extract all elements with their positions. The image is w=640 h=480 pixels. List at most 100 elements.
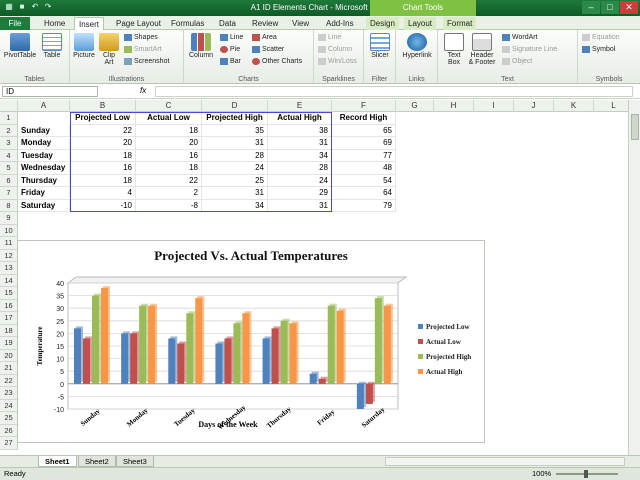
row-header-23[interactable]: 23: [0, 387, 18, 400]
value-cell[interactable]: 20: [70, 137, 136, 150]
day-cell[interactable]: Saturday: [18, 199, 70, 212]
value-cell[interactable]: 24: [202, 162, 268, 175]
row-header-26[interactable]: 26: [0, 424, 18, 437]
row-header-10[interactable]: 10: [0, 224, 18, 237]
value-cell[interactable]: 16: [70, 162, 136, 175]
equation-button[interactable]: Equation: [582, 33, 620, 43]
maximize-icon[interactable]: □: [601, 1, 619, 14]
name-box[interactable]: ID: [2, 86, 98, 97]
clipart-button[interactable]: Clip Art: [98, 33, 120, 66]
formula-input[interactable]: [155, 86, 633, 97]
row-header-18[interactable]: 18: [0, 324, 18, 337]
row-header-14[interactable]: 14: [0, 274, 18, 287]
pivottable-button[interactable]: PivotTable: [3, 33, 37, 59]
zoom-level[interactable]: 100%: [532, 468, 551, 480]
row-header-19[interactable]: 19: [0, 337, 18, 350]
column-header-J[interactable]: J: [514, 100, 554, 112]
tab-page-layout[interactable]: Page Layout: [112, 17, 165, 30]
value-cell[interactable]: 2: [136, 187, 202, 200]
value-cell[interactable]: 20: [136, 137, 202, 150]
header-record-high[interactable]: Record High: [332, 112, 396, 125]
zoom-knob[interactable]: [584, 470, 588, 478]
picture-button[interactable]: Picture: [72, 33, 96, 59]
tab-data[interactable]: Data: [215, 17, 240, 30]
tab-layout[interactable]: Layout: [404, 17, 437, 30]
row-header-27[interactable]: 27: [0, 437, 18, 450]
value-cell[interactable]: 18: [136, 124, 202, 137]
tab-view[interactable]: View: [288, 17, 313, 30]
column-header-G[interactable]: G: [396, 100, 434, 112]
row-header-9[interactable]: 9: [0, 212, 18, 225]
day-cell[interactable]: Friday: [18, 187, 70, 200]
day-cell[interactable]: Monday: [18, 137, 70, 150]
column-header-E[interactable]: E: [268, 100, 332, 112]
column-header-A[interactable]: A: [18, 100, 70, 112]
signature-line-button[interactable]: Signature Line: [502, 45, 557, 55]
row-header-15[interactable]: 15: [0, 287, 18, 300]
scrollbar-thumb[interactable]: [631, 114, 639, 140]
sheet-tab-1[interactable]: Sheet1: [38, 456, 77, 467]
column-header-K[interactable]: K: [554, 100, 594, 112]
value-cell[interactable]: 65: [332, 124, 396, 137]
header-projected-low[interactable]: Projected Low: [70, 112, 136, 125]
value-cell[interactable]: 28: [268, 162, 332, 175]
chart[interactable]: Projected Vs. Actual Temperatures 40 35 30 2…: [17, 240, 485, 443]
smartart-button[interactable]: SmartArt: [124, 45, 162, 55]
row-header-3[interactable]: 3: [0, 137, 18, 150]
value-cell[interactable]: 16: [136, 149, 202, 162]
row-header-12[interactable]: 12: [0, 249, 18, 262]
row-header-4[interactable]: 4: [0, 149, 18, 162]
row-header-1[interactable]: 1: [0, 112, 18, 125]
value-cell[interactable]: 29: [268, 187, 332, 200]
value-cell[interactable]: 4: [70, 187, 136, 200]
day-cell[interactable]: Wednesday: [18, 162, 70, 175]
value-cell[interactable]: 31: [202, 187, 268, 200]
column-header-I[interactable]: I: [474, 100, 514, 112]
value-cell[interactable]: 22: [136, 174, 202, 187]
row-header-25[interactable]: 25: [0, 412, 18, 425]
sparkline-column-button[interactable]: Column: [318, 45, 352, 55]
sheet-tab-2[interactable]: Sheet2: [78, 456, 116, 467]
slicer-button[interactable]: Slicer: [368, 33, 392, 59]
value-cell[interactable]: 18: [136, 162, 202, 175]
row-header-24[interactable]: 24: [0, 399, 18, 412]
row-header-8[interactable]: 8: [0, 199, 18, 212]
minimize-icon[interactable]: –: [582, 1, 600, 14]
select-all-corner[interactable]: [0, 100, 18, 112]
shapes-button[interactable]: Shapes: [124, 33, 158, 43]
tab-review[interactable]: Review: [248, 17, 282, 30]
header-footer-button[interactable]: Header & Footer: [468, 33, 496, 66]
pie-chart-button[interactable]: Pie: [220, 45, 240, 55]
day-cell[interactable]: Thursday: [18, 174, 70, 187]
row-header-21[interactable]: 21: [0, 362, 18, 375]
value-cell[interactable]: 22: [70, 124, 136, 137]
header-actual-high[interactable]: Actual High: [268, 112, 332, 125]
value-cell[interactable]: 28: [202, 149, 268, 162]
row-header-13[interactable]: 13: [0, 262, 18, 275]
hyperlink-button[interactable]: Hyperlink: [399, 33, 435, 59]
value-cell[interactable]: 34: [202, 199, 268, 212]
value-cell[interactable]: 31: [202, 137, 268, 150]
row-header-22[interactable]: 22: [0, 374, 18, 387]
bar-chart-button[interactable]: Bar: [220, 57, 241, 67]
zoom-slider[interactable]: [556, 470, 618, 478]
value-cell[interactable]: 54: [332, 174, 396, 187]
row-header-5[interactable]: 5: [0, 162, 18, 175]
row-header-11[interactable]: 11: [0, 237, 18, 250]
value-cell[interactable]: 77: [332, 149, 396, 162]
row-header-2[interactable]: 2: [0, 124, 18, 137]
sparkline-winloss-button[interactable]: Win/Loss: [318, 57, 357, 67]
object-button[interactable]: Object: [502, 57, 532, 67]
value-cell[interactable]: 35: [202, 124, 268, 137]
scatter-chart-button[interactable]: Scatter: [252, 45, 284, 55]
row-header-16[interactable]: 16: [0, 299, 18, 312]
sparkline-line-button[interactable]: Line: [318, 33, 341, 43]
symbol-button[interactable]: Symbol: [582, 45, 615, 55]
close-icon[interactable]: ✕: [620, 1, 638, 14]
tab-design[interactable]: Design: [366, 17, 399, 30]
tab-insert[interactable]: Insert: [74, 17, 105, 30]
tab-home[interactable]: Home: [40, 17, 69, 30]
vertical-scrollbar[interactable]: [628, 100, 640, 455]
column-header-B[interactable]: B: [70, 100, 136, 112]
value-cell[interactable]: 34: [268, 149, 332, 162]
